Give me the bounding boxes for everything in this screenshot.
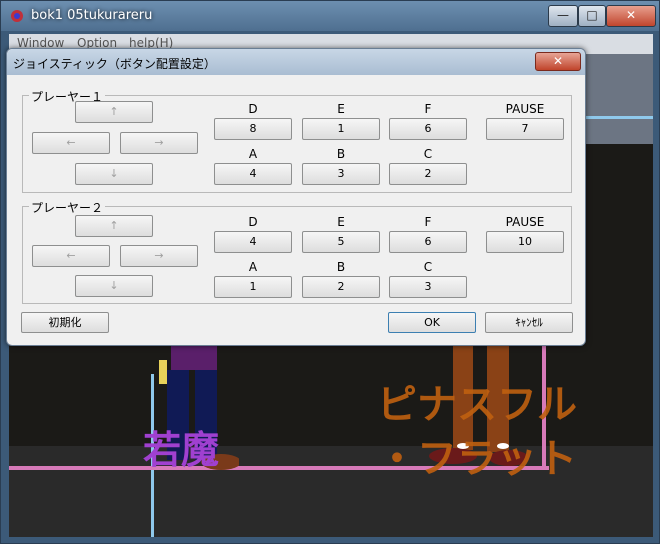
maximize-button[interactable]: □ [578,5,606,27]
p1-right-button[interactable]: → [120,132,198,154]
p2-label-e: E [337,215,345,229]
p2-left-button[interactable]: ← [32,245,110,267]
p1-label-c: C [423,147,433,161]
joystick-config-dialog: ジョイスティック（ボタン配置設定） ✕ プレーヤー１ ↑ ← → ↓ D E F… [6,48,586,346]
player1-group: プレーヤー１ ↑ ← → ↓ D E F PAUSE 8 1 6 7 A B C… [22,88,572,193]
p2-e-button[interactable]: 5 [302,231,380,253]
dialog-title: ジョイスティック（ボタン配置設定） [13,57,216,71]
p2-down-button[interactable]: ↓ [75,275,153,297]
p1-label-d: D [248,102,258,116]
p2-label-f: F [424,215,432,229]
p1-label-b: B [336,147,346,161]
p2-pause-button[interactable]: 10 [486,231,564,253]
p1-pause-button[interactable]: 7 [486,118,564,140]
p2-a-button[interactable]: 1 [214,276,292,298]
p1-c-button[interactable]: 2 [389,163,467,185]
p1-e-button[interactable]: 1 [302,118,380,140]
window-title: bok1 05tukurareru [31,8,153,23]
p1-label-e: E [337,102,345,116]
p1-label-pause: PAUSE [505,102,545,116]
window-close-button[interactable]: ✕ [606,5,656,27]
p1-d-button[interactable]: 8 [214,118,292,140]
p2-up-button[interactable]: ↑ [75,215,153,237]
p1-down-button[interactable]: ↓ [75,163,153,185]
player2-group: プレーヤー２ ↑ ← → ↓ D E F PAUSE 4 5 6 10 A B … [22,199,572,304]
cancel-button[interactable]: ｷｬﾝｾﾙ [485,312,573,333]
reset-button[interactable]: 初期化 [21,312,109,333]
p2-c-button[interactable]: 3 [389,276,467,298]
dialog-close-button[interactable]: ✕ [535,52,581,71]
p2-f-button[interactable]: 6 [389,231,467,253]
p2-label-b: B [336,260,346,274]
p2-b-button[interactable]: 2 [302,276,380,298]
p1-left-button[interactable]: ← [32,132,110,154]
p2-label-d: D [248,215,258,229]
minimize-button[interactable]: — [548,5,578,27]
p1-label-a: A [248,147,258,161]
dialog-titlebar[interactable]: ジョイスティック（ボタン配置設定） ✕ [7,49,585,75]
p1-up-button[interactable]: ↑ [75,101,153,123]
p1-label-f: F [424,102,432,116]
character-name-left: 若魔 [143,428,220,472]
p1-a-button[interactable]: 4 [214,163,292,185]
character-name-right: ピナスフル ・フラット [377,382,577,482]
main-titlebar[interactable]: bok1 05tukurareru — □ ✕ [1,1,659,31]
p1-b-button[interactable]: 3 [302,163,380,185]
p2-label-a: A [248,260,258,274]
p2-d-button[interactable]: 4 [214,231,292,253]
ok-button[interactable]: OK [388,312,476,333]
app-icon [11,10,23,22]
p2-label-c: C [423,260,433,274]
p2-label-pause: PAUSE [505,215,545,229]
p2-right-button[interactable]: → [120,245,198,267]
p1-f-button[interactable]: 6 [389,118,467,140]
player2-label: プレーヤー２ [29,199,106,216]
